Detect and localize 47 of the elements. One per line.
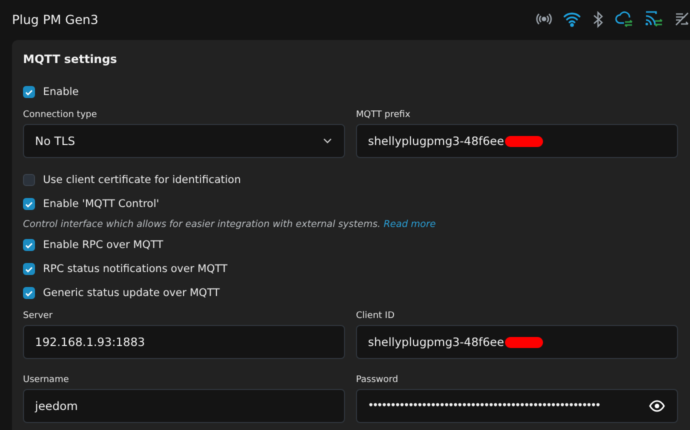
cloud-icon[interactable] [615, 10, 634, 28]
input-field[interactable]: jeedom [23, 389, 345, 423]
checkbox[interactable] [23, 174, 35, 186]
read-more-link[interactable]: Read more [384, 219, 436, 230]
checkbox-label: RPC status notifications over MQTT [43, 263, 228, 275]
field-label: Username [23, 375, 70, 385]
field-value: 192.168.1.93:1883 [35, 335, 145, 349]
field-value: jeedom [35, 399, 78, 413]
input-field[interactable]: shellyplugpmg3-48f6ee [356, 124, 678, 158]
checkbox[interactable] [23, 263, 35, 275]
checkbox[interactable] [23, 198, 35, 210]
section-title: MQTT settings [23, 52, 118, 66]
check-icon [25, 266, 33, 272]
password-field[interactable]: •••••••••••••••••••••••••••••••••••••••••••••••••••• [356, 389, 678, 423]
checkbox[interactable] [23, 239, 35, 251]
input-field[interactable]: shellyplugpmg3-48f6ee [356, 325, 678, 359]
checkbox-label: Generic status update over MQTT [43, 287, 220, 299]
field-value: shellyplugpmg3-48f6ee [368, 134, 504, 148]
field-label: Server [23, 311, 54, 321]
checkbox[interactable] [23, 287, 35, 299]
wifi-icon[interactable] [563, 11, 581, 27]
input-field[interactable]: 192.168.1.93:1883 [23, 325, 345, 359]
connection-off-icon[interactable] [674, 11, 690, 27]
chevron-down-icon [323, 138, 332, 144]
field-value: No TLS [35, 134, 76, 148]
check-icon [25, 200, 33, 208]
signal-icon[interactable] [645, 11, 663, 27]
checkbox-label: Enable [43, 86, 79, 98]
field-value: •••••••••••••••••••••••••••••••••••••••••••••••••••• [368, 401, 600, 411]
checkbox-label: Enable 'MQTT Control' [43, 198, 160, 210]
broadcast-icon[interactable] [536, 11, 552, 27]
check-icon [25, 290, 33, 296]
checkbox-label: Enable RPC over MQTT [43, 239, 164, 251]
field-value: shellyplugpmg3-48f6ee [368, 335, 504, 349]
field-label: Connection type [23, 110, 98, 120]
eye-icon[interactable] [649, 400, 665, 412]
device-title: Plug PM Gen3 [12, 12, 98, 26]
field-label: MQTT prefix [356, 110, 412, 120]
checkbox-label: Use client certificate for identification [43, 174, 241, 186]
field-label: Password [356, 375, 400, 385]
bluetooth-icon[interactable] [592, 10, 604, 28]
check-icon [25, 242, 33, 248]
description-text: Control interface which allows for easier integration with external systems. Read more [23, 218, 437, 232]
connection-type-select[interactable]: No TLS [23, 124, 345, 158]
checkbox[interactable] [23, 86, 35, 98]
check-icon [25, 88, 33, 96]
field-label: Client ID [356, 311, 396, 321]
